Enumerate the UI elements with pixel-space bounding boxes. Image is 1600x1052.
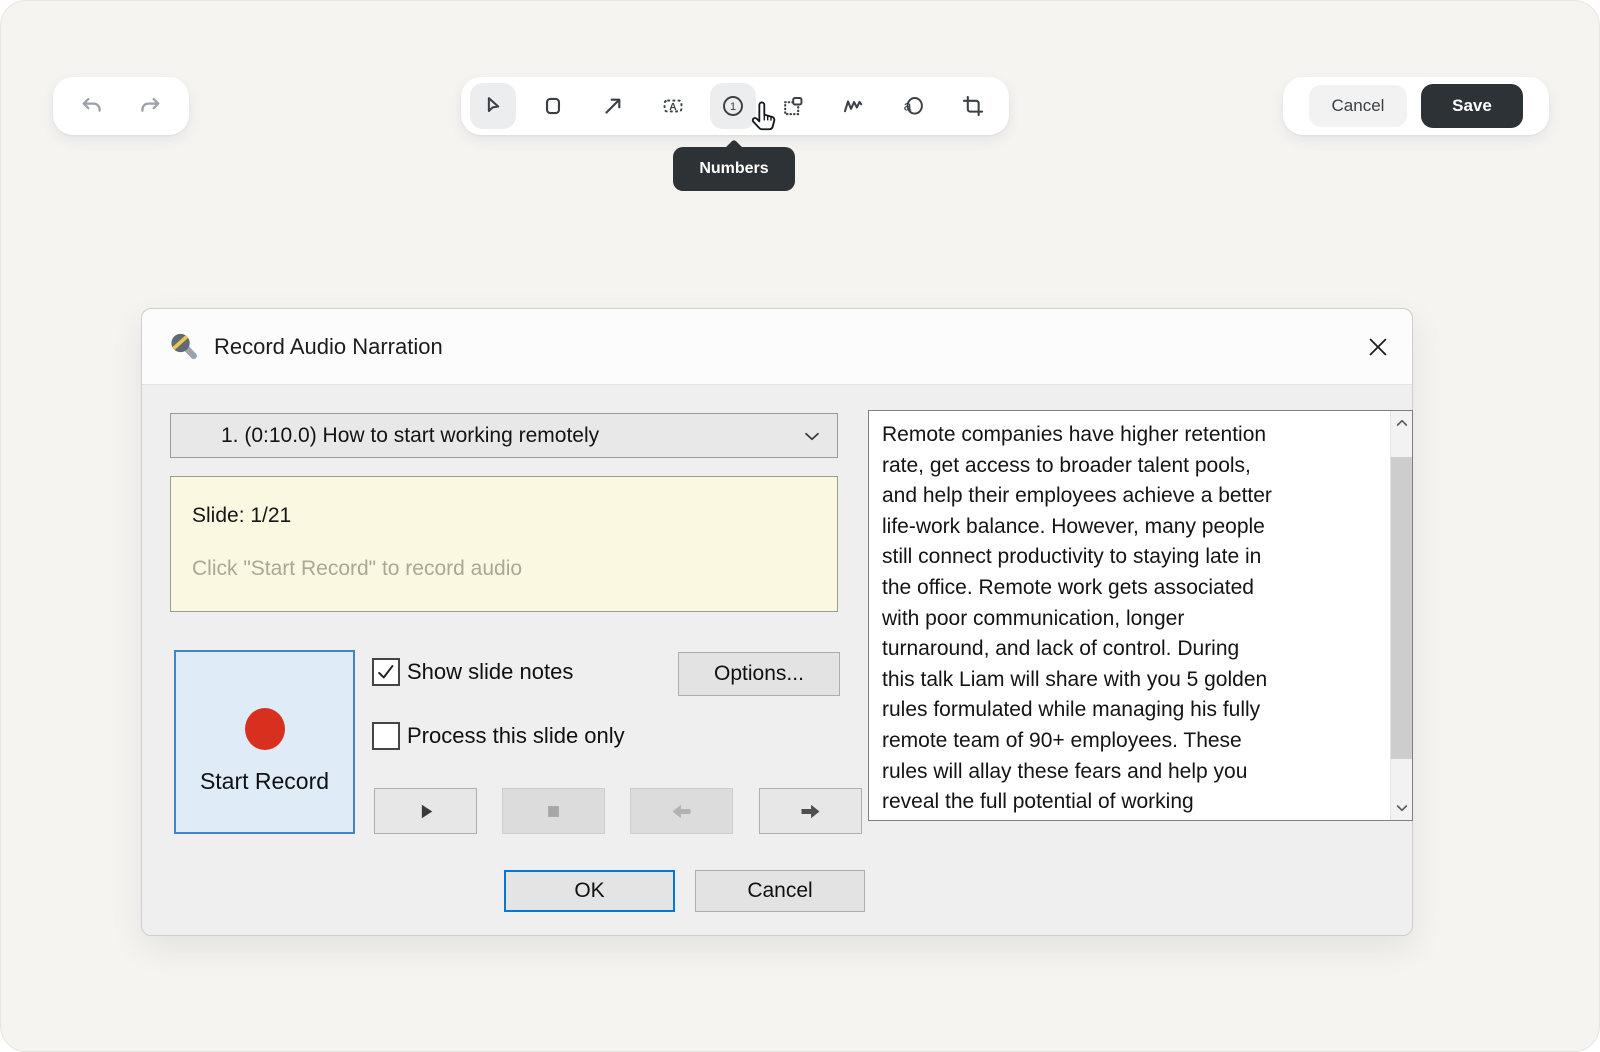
tool-text[interactable]: A — [643, 77, 703, 135]
tool-freehand[interactable] — [823, 77, 883, 135]
dialog-header: Record Audio Narration — [142, 309, 1412, 385]
process-this-slide-only-checkbox[interactable]: Process this slide only — [372, 722, 625, 750]
freehand-draw-icon — [840, 93, 866, 119]
options-button[interactable]: Options... — [678, 652, 840, 696]
recording-status-box: Slide: 1/21 Click "Start Record" to reco… — [170, 476, 838, 612]
play-icon — [413, 799, 438, 824]
tool-select[interactable] — [463, 77, 523, 135]
crop-icon — [960, 93, 986, 119]
slide-dropdown[interactable]: 1. (0:10.0) How to start working remotel… — [170, 413, 838, 458]
arrow-left-icon — [668, 798, 695, 825]
cancel-button[interactable]: Cancel — [1309, 85, 1407, 127]
start-record-button[interactable]: Start Record — [174, 650, 355, 834]
save-actions-group: Cancel Save — [1283, 77, 1549, 135]
close-icon — [1366, 335, 1390, 359]
ok-button-label: OK — [574, 879, 604, 903]
dialog-cancel-button-label: Cancel — [747, 879, 812, 903]
dialog-title: Record Audio Narration — [214, 334, 443, 360]
cancel-button-label: Cancel — [1332, 96, 1385, 116]
annotation-toolbar: A 1 — [461, 77, 1009, 135]
tool-obfuscate[interactable]: a — [883, 77, 943, 135]
next-slide-button[interactable] — [759, 788, 862, 834]
arrow-icon — [600, 93, 626, 119]
numbers-icon: 1 — [720, 93, 746, 119]
scroll-down-button[interactable] — [1391, 796, 1412, 820]
tool-arrow[interactable] — [583, 77, 643, 135]
start-record-label: Start Record — [200, 768, 329, 795]
show-slide-notes-label: Show slide notes — [407, 659, 573, 685]
redo-icon — [137, 93, 163, 119]
tool-blur[interactable] — [763, 77, 823, 135]
chevron-down-icon — [1394, 800, 1410, 816]
record-hint: Click "Start Record" to record audio — [192, 557, 816, 581]
scroll-up-button[interactable] — [1391, 411, 1412, 435]
undo-redo-group — [53, 77, 189, 135]
select-cursor-icon — [480, 93, 506, 119]
rectangle-icon — [540, 93, 566, 119]
process-this-slide-only-label: Process this slide only — [407, 723, 625, 749]
microphone-icon — [168, 331, 200, 363]
ok-button[interactable]: OK — [504, 870, 675, 912]
notes-scrollbar[interactable] — [1390, 411, 1412, 820]
tool-numbers[interactable]: 1 — [703, 77, 763, 135]
record-dot-icon — [245, 708, 285, 750]
slide-counter: Slide: 1/21 — [192, 504, 816, 528]
save-button[interactable]: Save — [1421, 84, 1523, 128]
slide-notes-textarea[interactable]: Remote companies have higher retention r… — [868, 410, 1413, 821]
dialog-close-button[interactable] — [1360, 329, 1396, 365]
scrollbar-thumb[interactable] — [1391, 457, 1412, 759]
blur-pixelate-icon — [780, 93, 806, 119]
tool-crop[interactable] — [943, 77, 1003, 135]
tooltip-text: Numbers — [699, 160, 768, 178]
undo-icon — [79, 93, 105, 119]
play-button[interactable] — [374, 788, 477, 834]
show-slide-notes-checkbox[interactable]: Show slide notes — [372, 658, 573, 686]
editor-canvas: A 1 — [0, 0, 1600, 1052]
chevron-up-icon — [1394, 415, 1410, 431]
slide-dropdown-value: 1. (0:10.0) How to start working remotel… — [221, 424, 599, 448]
numbers-tooltip: Numbers — [673, 147, 795, 191]
stop-icon — [541, 799, 566, 824]
redo-button[interactable] — [130, 86, 170, 126]
text-box-icon: A — [660, 93, 686, 119]
checkbox-checked-icon — [372, 658, 400, 686]
checkbox-unchecked-icon — [372, 722, 400, 750]
slide-notes-text: Remote companies have higher retention r… — [869, 411, 1391, 820]
chevron-down-icon — [801, 425, 823, 447]
svg-text:1: 1 — [730, 101, 736, 113]
obfuscate-text-icon: a — [900, 93, 926, 119]
record-audio-narration-dialog: Record Audio Narration 1. (0:10.0) How t… — [141, 308, 1413, 936]
options-button-label: Options... — [714, 662, 804, 686]
dialog-cancel-button[interactable]: Cancel — [695, 870, 865, 912]
stop-button[interactable] — [502, 788, 605, 834]
save-button-label: Save — [1452, 96, 1492, 116]
previous-slide-button[interactable] — [630, 788, 733, 834]
arrow-right-icon — [797, 798, 824, 825]
tool-rectangle[interactable] — [523, 77, 583, 135]
undo-button[interactable] — [72, 86, 112, 126]
svg-text:A: A — [669, 102, 677, 113]
